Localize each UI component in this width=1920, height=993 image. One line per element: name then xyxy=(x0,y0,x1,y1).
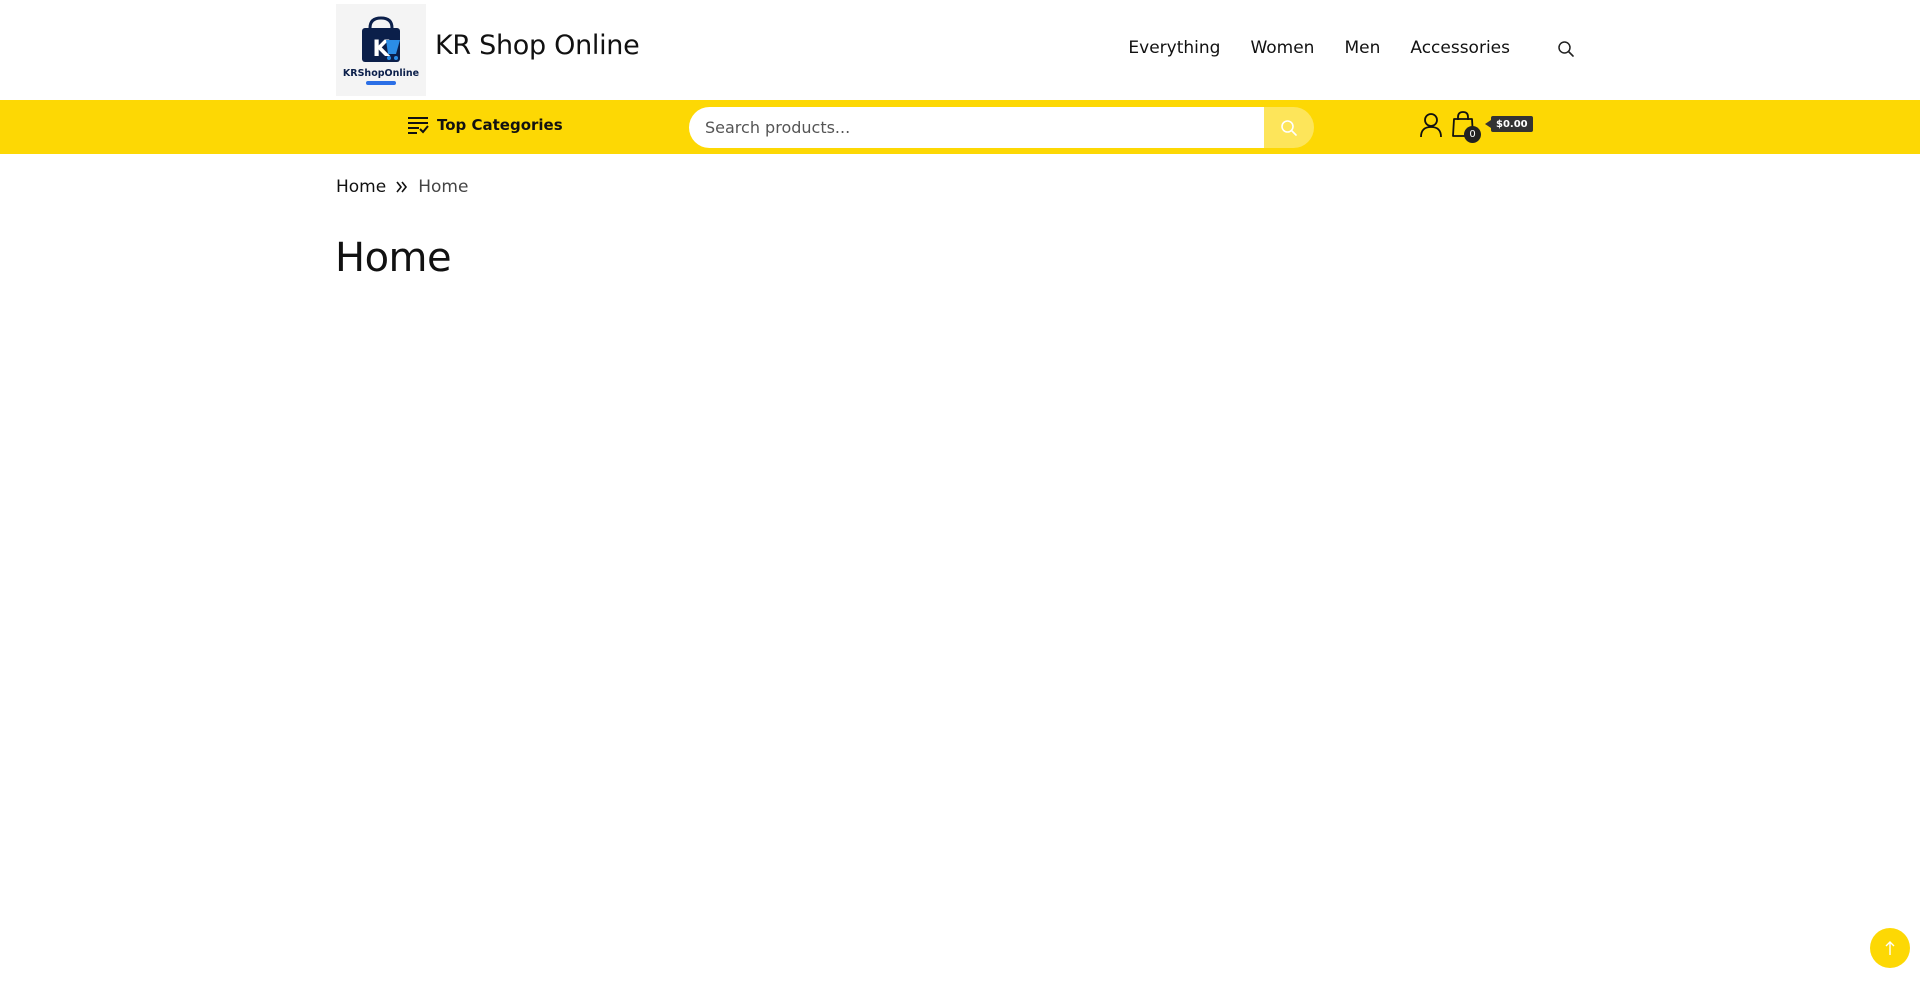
breadcrumb: Home Home xyxy=(336,177,468,197)
breadcrumb-home-link[interactable]: Home xyxy=(336,177,386,197)
nav-item-everything[interactable]: Everything xyxy=(1128,38,1220,58)
top-categories-button[interactable]: Top Categories xyxy=(407,116,563,134)
main-navigation: Everything Women Men Accessories xyxy=(1128,38,1510,58)
search-icon xyxy=(1281,119,1297,136)
shopping-bag-logo-icon: K KRShopOnline xyxy=(343,16,419,85)
nav-item-men[interactable]: Men xyxy=(1344,38,1380,58)
page-title: Home xyxy=(335,235,452,281)
site-logo[interactable]: K KRShopOnline xyxy=(336,4,426,96)
user-account-icon[interactable] xyxy=(1419,112,1443,138)
top-categories-label: Top Categories xyxy=(437,116,563,134)
search-input[interactable] xyxy=(689,107,1264,148)
breadcrumb-current: Home xyxy=(418,177,469,197)
svg-text:KRShopOnline: KRShopOnline xyxy=(343,68,419,79)
site-header: K KRShopOnline KR Shop Online Everything… xyxy=(0,0,1920,100)
double-chevron-right-icon xyxy=(396,181,408,193)
back-to-top-button[interactable] xyxy=(1870,928,1910,968)
cart-count-badge: 0 xyxy=(1464,126,1481,143)
product-search xyxy=(689,107,1314,148)
nav-item-women[interactable]: Women xyxy=(1250,38,1314,58)
search-submit-button[interactable] xyxy=(1264,107,1314,148)
nav-item-accessories[interactable]: Accessories xyxy=(1410,38,1510,58)
category-search-bar: Top Categories 0 $0.00 xyxy=(0,100,1920,154)
cart-total-badge[interactable]: $0.00 xyxy=(1485,116,1533,132)
arrow-up-icon xyxy=(1885,941,1895,955)
category-list-icon xyxy=(408,117,429,134)
search-icon[interactable] xyxy=(1557,40,1575,58)
site-title[interactable]: KR Shop Online xyxy=(435,30,640,61)
